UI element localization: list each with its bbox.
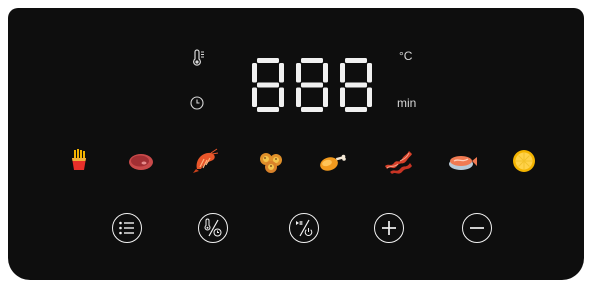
drumstick-icon[interactable] (319, 149, 346, 175)
minus-button[interactable] (462, 213, 492, 243)
temp-time-button[interactable] (198, 213, 228, 243)
steak-icon[interactable] (128, 149, 154, 175)
minus-icon (469, 220, 485, 236)
digit-segment (323, 87, 328, 107)
digit-segment (279, 87, 284, 107)
menu-button[interactable] (112, 213, 142, 243)
temperature-unit: °C (399, 49, 413, 63)
digit-segment (301, 58, 323, 63)
time-unit: min (397, 96, 417, 110)
digit-segment (340, 87, 345, 107)
digit-segment (345, 58, 367, 63)
digit-segment (301, 107, 323, 112)
thermometer-icon (189, 49, 207, 67)
plus-icon (381, 220, 397, 236)
pastry-icon[interactable] (258, 149, 284, 175)
digit-segment (367, 87, 372, 107)
digit-segment (257, 58, 279, 63)
plus-button[interactable] (374, 213, 404, 243)
clock-icon (188, 94, 206, 112)
digit-segment (345, 82, 367, 88)
digit-segment (367, 63, 372, 83)
fish-icon[interactable] (448, 149, 477, 175)
digit-segment (301, 82, 323, 88)
digit-segment (257, 107, 279, 112)
digit-segment (252, 87, 257, 107)
digit-segment (345, 107, 367, 112)
menu-icon (118, 221, 136, 235)
start-pause-power-icon (294, 218, 314, 238)
shrimp-icon[interactable] (191, 147, 219, 173)
digit-segment (296, 63, 301, 83)
digit-segment (279, 63, 284, 83)
digit-segment (257, 82, 279, 88)
digital-readout: 888 (252, 57, 372, 113)
digit-segment (252, 63, 257, 83)
bacon-icon[interactable] (384, 147, 412, 174)
digit-segment (323, 63, 328, 83)
control-panel: 888 °C min (8, 8, 584, 280)
start-pause-power-button[interactable] (289, 213, 319, 243)
temp-time-icon (203, 218, 223, 238)
digit-segment (296, 87, 301, 107)
fries-icon[interactable] (66, 147, 92, 173)
cake-icon[interactable] (511, 148, 537, 174)
digit-segment (340, 63, 345, 83)
